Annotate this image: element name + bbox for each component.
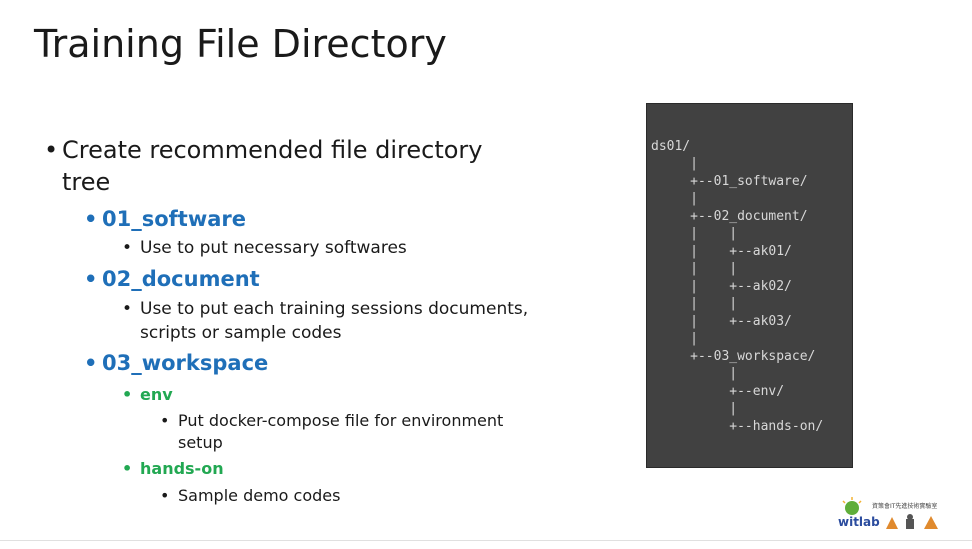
footer-divider <box>0 540 972 541</box>
tree-line: | +--ak03/ <box>651 314 792 329</box>
logo-subtitle: 資策會IT先進技術實驗室 <box>872 503 938 510</box>
tree-line: +--02_document/ <box>651 209 808 224</box>
tree-line: | +--ak01/ <box>651 244 792 259</box>
tree-line: | | <box>651 296 738 311</box>
bullet-workspace: • 03_workspace <box>84 351 269 375</box>
tree-line: | <box>651 191 698 206</box>
bullet-software-text: 01_software <box>102 207 246 231</box>
tree-line: +--01_software/ <box>651 174 808 189</box>
tree-line: | <box>651 401 738 416</box>
bullet-main: • Create recommended file directory <box>44 134 483 166</box>
tree-line: | +--ak02/ <box>651 279 792 294</box>
bullet-dot: • <box>44 136 59 164</box>
bullet-env-desc: • Put docker-compose file for environment <box>160 411 504 430</box>
bullet-main-text-1: Create recommended file directory <box>62 136 483 164</box>
bullet-document-text: 02_document <box>102 267 260 291</box>
tree-line: ds01/ <box>651 139 691 154</box>
bullet-software-desc: • Use to put necessary softwares <box>122 238 407 258</box>
bullet-document: • 02_document <box>84 267 260 291</box>
tree-line: | | <box>651 226 738 241</box>
bullet-env-desc-continued: setup <box>178 433 223 452</box>
bullet-main-continued: tree <box>62 168 111 196</box>
tree-line: +--env/ <box>651 384 785 399</box>
tree-line: | <box>651 156 698 171</box>
tree-line: +--hands-on/ <box>651 419 824 434</box>
bullet-env: • env <box>122 385 173 404</box>
slide-title: Training File Directory <box>34 22 447 66</box>
tree-line: +--03_workspace/ <box>651 349 816 364</box>
bullet-handson: • hands-on <box>122 459 224 478</box>
logo-text: witlab <box>838 515 880 529</box>
bullet-workspace-text: 03_workspace <box>102 351 269 375</box>
directory-tree-terminal: ds01/ | +--01_software/ | +--02_document… <box>646 103 853 468</box>
bullet-document-desc-continued: scripts or sample codes <box>140 323 342 343</box>
bullet-software: • 01_software <box>84 207 246 231</box>
people-icons <box>886 514 938 529</box>
witlab-logo: 資策會IT先進技術實驗室 witlab <box>838 497 948 533</box>
bullet-document-desc: • Use to put each training sessions docum… <box>122 299 529 319</box>
tree-line: | <box>651 366 738 381</box>
tree-line: | <box>651 331 698 346</box>
tree-line: | | <box>651 261 738 276</box>
bullet-handson-desc: • Sample demo codes <box>160 486 341 505</box>
